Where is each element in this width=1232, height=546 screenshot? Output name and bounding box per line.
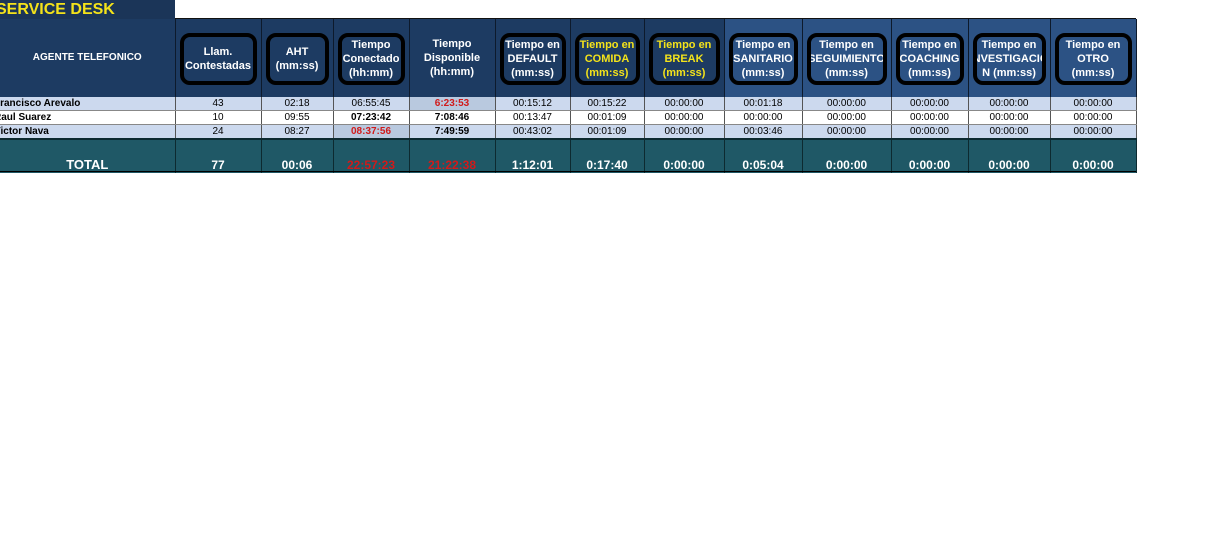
header-box: Tiempo en DEFAULT (mm:ss) (499, 33, 566, 85)
header-coaching-label: Tiempo en COACHING (mm:ss) (899, 39, 960, 79)
default-cell: 00:15:12 (495, 97, 571, 111)
header-agente-label: AGENTE TELEFONICO (32, 52, 142, 63)
header-default: Tiempo en DEFAULT (mm:ss) (495, 19, 571, 97)
header-aht: AHT (mm:ss) (261, 19, 334, 97)
header-box: AHT (mm:ss) (265, 33, 329, 85)
total-sanitario: 0:05:04 (724, 138, 803, 173)
header-investigacion: Tiempo en INVESTIGACIO N (mm:ss) (968, 19, 1051, 97)
header-box: Tiempo en BREAK (mm:ss) (648, 33, 720, 85)
total-break: 0:00:00 (644, 138, 725, 173)
total-default: 1:12:01 (495, 138, 571, 173)
header-coaching: Tiempo en COACHING (mm:ss) (891, 19, 969, 97)
table-row: Raul Suarez 10 09:55 07:23:42 7:08:46 00… (0, 110, 1137, 125)
table-row: Francisco Arevalo 43 02:18 06:55:45 6:23… (0, 97, 1137, 111)
header-box: Tiempo en SANITARIO (mm:ss) (728, 33, 798, 85)
header-box: Tiempo en OTRO (mm:ss) (1054, 33, 1132, 85)
otro-cell: 00:00:00 (1050, 97, 1137, 111)
seguimiento-cell: 00:00:00 (802, 97, 892, 111)
header-box: Tiempo en COACHING (mm:ss) (895, 33, 964, 85)
header-llamadas-label: Llam. Contestadas (184, 46, 252, 72)
total-coaching: 0:00:00 (891, 138, 969, 173)
header-conectado: Tiempo Conectado (hh:mm) (333, 19, 410, 97)
header-box: Tiempo en SEGUIMIENTO (mm:ss) (806, 33, 887, 85)
comida-cell: 00:01:09 (570, 124, 645, 140)
header-agente: AGENTE TELEFONICO (0, 19, 176, 97)
header-comida: Tiempo en COMIDA (mm:ss) (570, 19, 645, 97)
calls-cell: 24 (175, 124, 262, 140)
available-cell: 6:23:53 (409, 97, 496, 111)
available-cell: 7:08:46 (409, 110, 496, 125)
sanitario-cell: 00:03:46 (724, 124, 803, 140)
coaching-cell: 00:00:00 (891, 110, 969, 125)
header-break-label: Tiempo en BREAK (mm:ss) (656, 39, 712, 79)
aht-cell: 02:18 (261, 97, 334, 111)
default-cell: 00:43:02 (495, 124, 571, 140)
connected-cell: 06:55:45 (333, 97, 410, 111)
header-conectado-label: Tiempo Conectado (hh:mm) (342, 39, 400, 79)
header-box: Llam. Contestadas (179, 33, 257, 85)
total-aht: 00:06 (261, 138, 334, 173)
header-row: AGENTE TELEFONICO Llam. Contestadas AHT … (0, 19, 1137, 97)
break-cell: 00:00:00 (644, 97, 725, 111)
total-seguimiento: 0:00:00 (802, 138, 892, 173)
header-investigacion-label: Tiempo en INVESTIGACIO N (mm:ss) (972, 39, 1046, 79)
aht-cell: 08:27 (261, 124, 334, 140)
header-sanitario-label: Tiempo en SANITARIO (mm:ss) (733, 39, 793, 79)
comida-cell: 00:15:22 (570, 97, 645, 111)
sanitario-cell: 00:00:00 (724, 110, 803, 125)
comida-cell: 00:01:09 (570, 110, 645, 125)
default-cell: 00:13:47 (495, 110, 571, 125)
total-row: TOTAL 77 00:06 22:57:23 21:22:38 1:12:01… (0, 138, 1137, 173)
header-aht-label: AHT (mm:ss) (275, 46, 319, 72)
total-calls: 77 (175, 138, 262, 173)
seguimiento-cell: 00:00:00 (802, 124, 892, 140)
total-label: TOTAL (0, 138, 176, 173)
total-available: 21:22:38 (409, 138, 496, 173)
coaching-cell: 00:00:00 (891, 124, 969, 140)
total-comida: 0:17:40 (570, 138, 645, 173)
otro-cell: 00:00:00 (1050, 124, 1137, 140)
break-cell: 00:00:00 (644, 124, 725, 140)
investigacion-cell: 00:00:00 (968, 110, 1051, 125)
header-box: Tiempo en INVESTIGACIO N (mm:ss) (972, 33, 1046, 85)
break-cell: 00:00:00 (644, 110, 725, 125)
connected-cell: 08:37:56 (333, 124, 410, 140)
header-disponible-label: Tiempo Disponible (hh:mm) (423, 38, 481, 78)
total-connected: 22:57:23 (333, 138, 410, 173)
header-comida-label: Tiempo en COMIDA (mm:ss) (579, 39, 635, 79)
header-break: Tiempo en BREAK (mm:ss) (644, 19, 725, 97)
available-cell: 7:49:59 (409, 124, 496, 140)
header-disponible: Tiempo Disponible (hh:mm) (409, 19, 496, 97)
investigacion-cell: 00:00:00 (968, 97, 1051, 111)
header-llamadas: Llam. Contestadas (175, 19, 262, 97)
header-sanitario: Tiempo en SANITARIO (mm:ss) (724, 19, 803, 97)
header-box: Tiempo Conectado (hh:mm) (337, 33, 405, 85)
header-box: Tiempo en COMIDA (mm:ss) (574, 33, 640, 85)
header-otro: Tiempo en OTRO (mm:ss) (1050, 19, 1137, 97)
aht-cell: 09:55 (261, 110, 334, 125)
investigacion-cell: 00:00:00 (968, 124, 1051, 140)
agent-name: Raul Suarez (0, 110, 176, 125)
calls-cell: 43 (175, 97, 262, 111)
report-title: SERVICE DESK (0, 0, 175, 19)
coaching-cell: 00:00:00 (891, 97, 969, 111)
header-otro-label: Tiempo en OTRO (mm:ss) (1065, 39, 1121, 79)
header-seguimiento-label: Tiempo en SEGUIMIENTO (mm:ss) (808, 39, 885, 79)
agent-name: Francisco Arevalo (0, 97, 176, 111)
header-seguimiento: Tiempo en SEGUIMIENTO (mm:ss) (802, 19, 892, 97)
calls-cell: 10 (175, 110, 262, 125)
total-investigacion: 0:00:00 (968, 138, 1051, 173)
table-row: Victor Nava 24 08:27 08:37:56 7:49:59 00… (0, 124, 1137, 140)
agent-report-table: AGENTE TELEFONICO Llam. Contestadas AHT … (0, 19, 1137, 173)
seguimiento-cell: 00:00:00 (802, 110, 892, 125)
sanitario-cell: 00:01:18 (724, 97, 803, 111)
agent-name: Victor Nava (0, 124, 176, 140)
connected-cell: 07:23:42 (333, 110, 410, 125)
header-default-label: Tiempo en DEFAULT (mm:ss) (505, 39, 560, 79)
otro-cell: 00:00:00 (1050, 110, 1137, 125)
total-otro: 0:00:00 (1050, 138, 1137, 173)
table-bottom-border (0, 171, 1136, 172)
